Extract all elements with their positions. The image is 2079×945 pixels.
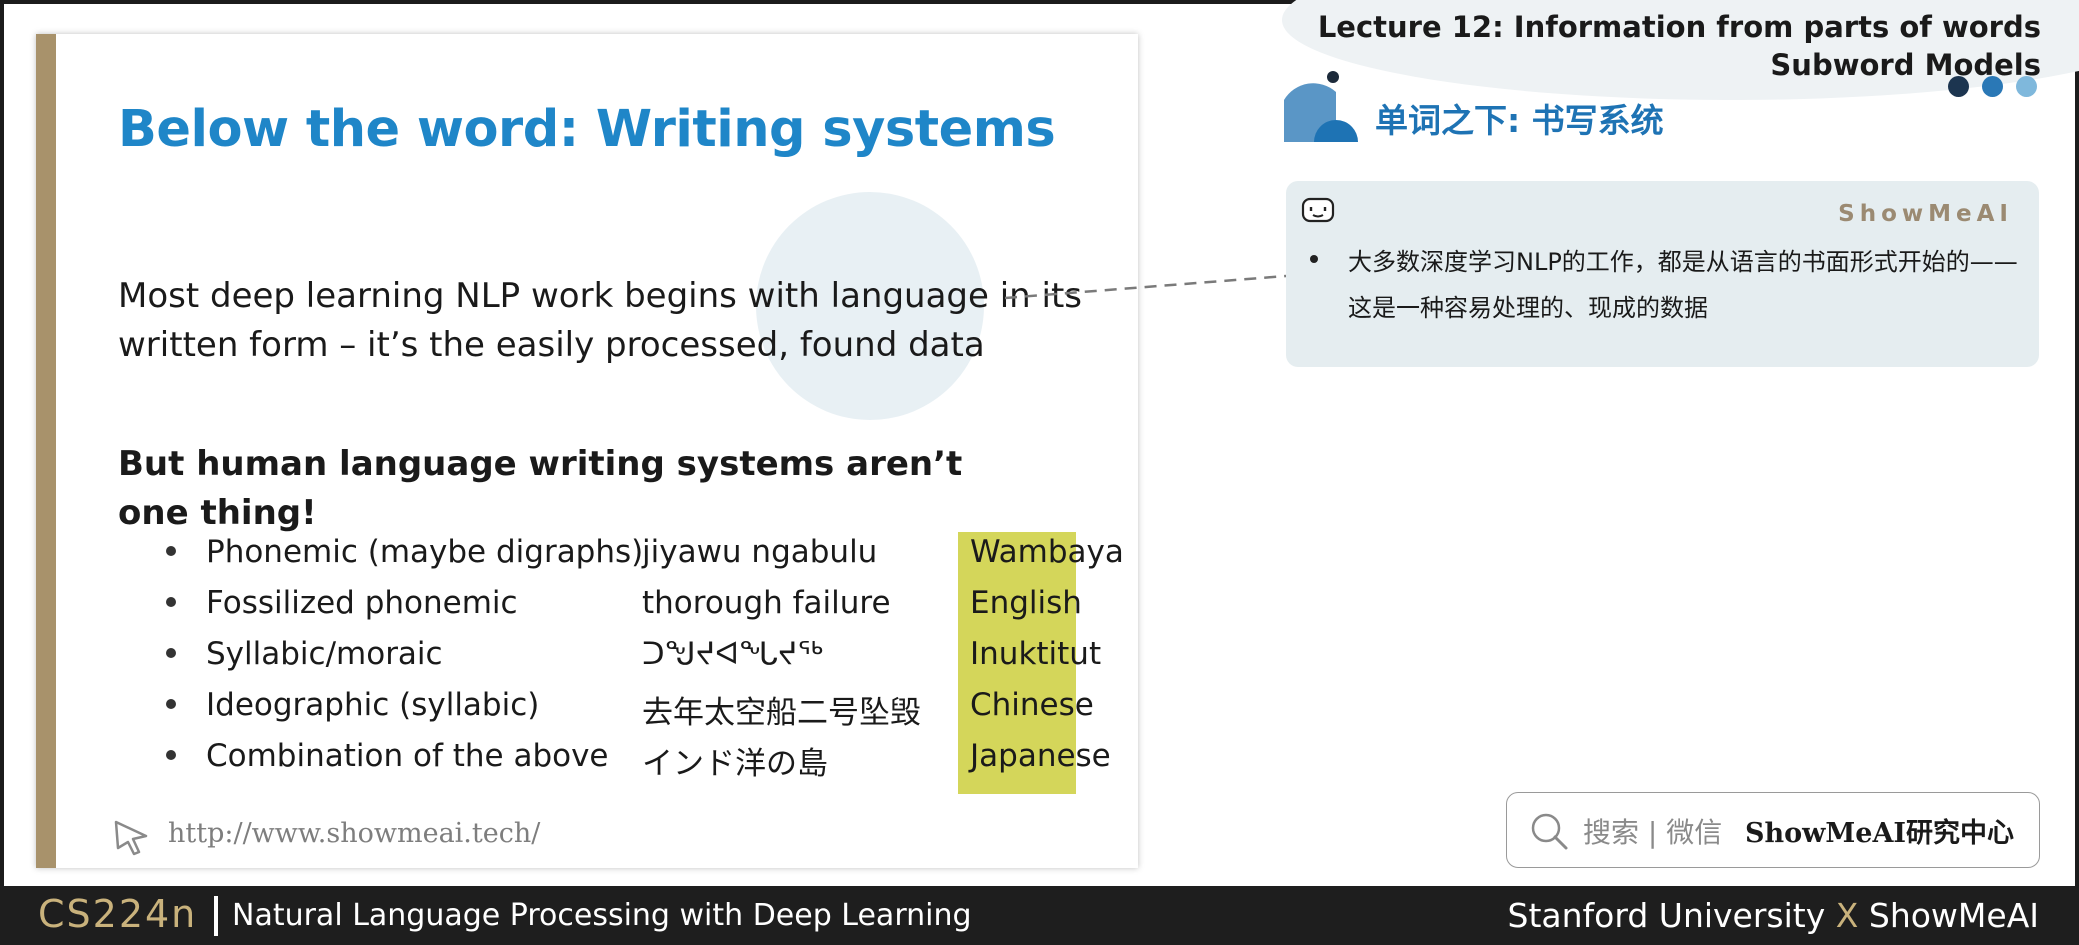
writing-system-example: jiyawu ngabulu (642, 534, 878, 570)
slide-side-bar (36, 34, 56, 868)
course-name: Natural Language Processing with Deep Le… (232, 898, 972, 933)
list-item: Syllabic/moraic ᑐᖑᔪᐊᖓᔪᖅ Inuktitut (166, 636, 1138, 687)
writing-system-type: Fossilized phonemic (206, 585, 518, 621)
lecture-title: Lecture 12: Information from parts of wo… (1318, 8, 2041, 84)
list-item: Ideographic (syllabic) 去年太空船二号坠毁 Chinese (166, 687, 1138, 738)
writing-system-example: 去年太空船二号坠毁 (642, 695, 921, 731)
list-item: Combination of the above インド洋の島 Japanese (166, 738, 1138, 789)
partner-name: ShowMeAI (1868, 896, 2039, 935)
bullet (166, 597, 176, 607)
university-name: Stanford University (1507, 896, 1826, 935)
lecture-slide: Below the word: Writing systems Most dee… (36, 34, 1138, 868)
writing-system-language: Wambaya (970, 534, 1124, 570)
section-title: 单词之下: 书写系统 (1375, 101, 1664, 140)
writing-system-language: Inuktitut (970, 636, 1102, 672)
course-code: CS224n (38, 892, 198, 936)
cursor-icon (114, 820, 148, 856)
writing-system-example: thorough failure (642, 585, 891, 621)
footer-credits: Stanford University X ShowMeAI (1508, 896, 2039, 935)
header-dots (1948, 76, 2048, 100)
dot-dark (1948, 76, 1969, 97)
slide-intro-text: Most deep learning NLP work begins with … (118, 276, 1083, 365)
writing-system-type: Syllabic/moraic (206, 636, 443, 672)
list-item: Phonemic (maybe digraphs) jiyawu ngabulu… (166, 534, 1138, 585)
lecture-title-line2: Subword Models (1770, 48, 2041, 82)
writing-system-example: インド洋の島 (642, 746, 828, 782)
wechat-search-box[interactable]: 搜索 | 微信 ShowMeAI研究中心 (1506, 792, 2040, 868)
bullet (1310, 255, 1318, 263)
bullet (166, 750, 176, 760)
writing-system-example: ᑐᖑᔪᐊᖓᔪᖅ (642, 636, 824, 672)
writing-system-type: Ideographic (syllabic) (206, 687, 540, 723)
writing-system-language: Chinese (970, 687, 1094, 723)
list-item: Fossilized phonemic thorough failure Eng… (166, 585, 1138, 636)
bullet (166, 648, 176, 658)
slide-emphasis-text: But human language writing systems aren’… (118, 444, 963, 533)
search-icon (1531, 813, 1568, 850)
footer-separator (214, 896, 218, 936)
writing-system-language: Japanese (970, 738, 1111, 774)
showmeai-url-link[interactable]: http://www.showmeai.tech/ (168, 818, 540, 849)
slide-title: Below the word: Writing systems (118, 100, 1056, 159)
search-placeholder: 搜索 | 微信 (1583, 816, 1723, 849)
writing-system-type: Phonemic (maybe digraphs) (206, 534, 644, 570)
note-brand-tag: ShowMeAI (1838, 201, 2013, 227)
dot-mid (1982, 76, 2003, 97)
writing-system-language: English (970, 585, 1082, 621)
section-icon (1284, 83, 1358, 142)
note-card: ShowMeAI 大多数深度学习NLP的工作，都是从语言的书面形式开始的——这是… (1286, 181, 2039, 367)
footer-x: X (1835, 896, 1859, 935)
writing-system-type: Combination of the above (206, 738, 609, 774)
lecture-title-line1: Lecture 12: Information from parts of wo… (1317, 10, 2041, 44)
note-text: 大多数深度学习NLP的工作，都是从语言的书面形式开始的——这是一种容易处理的、现… (1348, 248, 2018, 322)
search-brand: ShowMeAI研究中心 (1745, 818, 2015, 849)
dot-light (2016, 76, 2037, 97)
footer-bar: CS224n Natural Language Processing with … (0, 886, 2079, 945)
robot-icon (1301, 197, 1335, 223)
bullet (166, 699, 176, 709)
bullet (166, 546, 176, 556)
